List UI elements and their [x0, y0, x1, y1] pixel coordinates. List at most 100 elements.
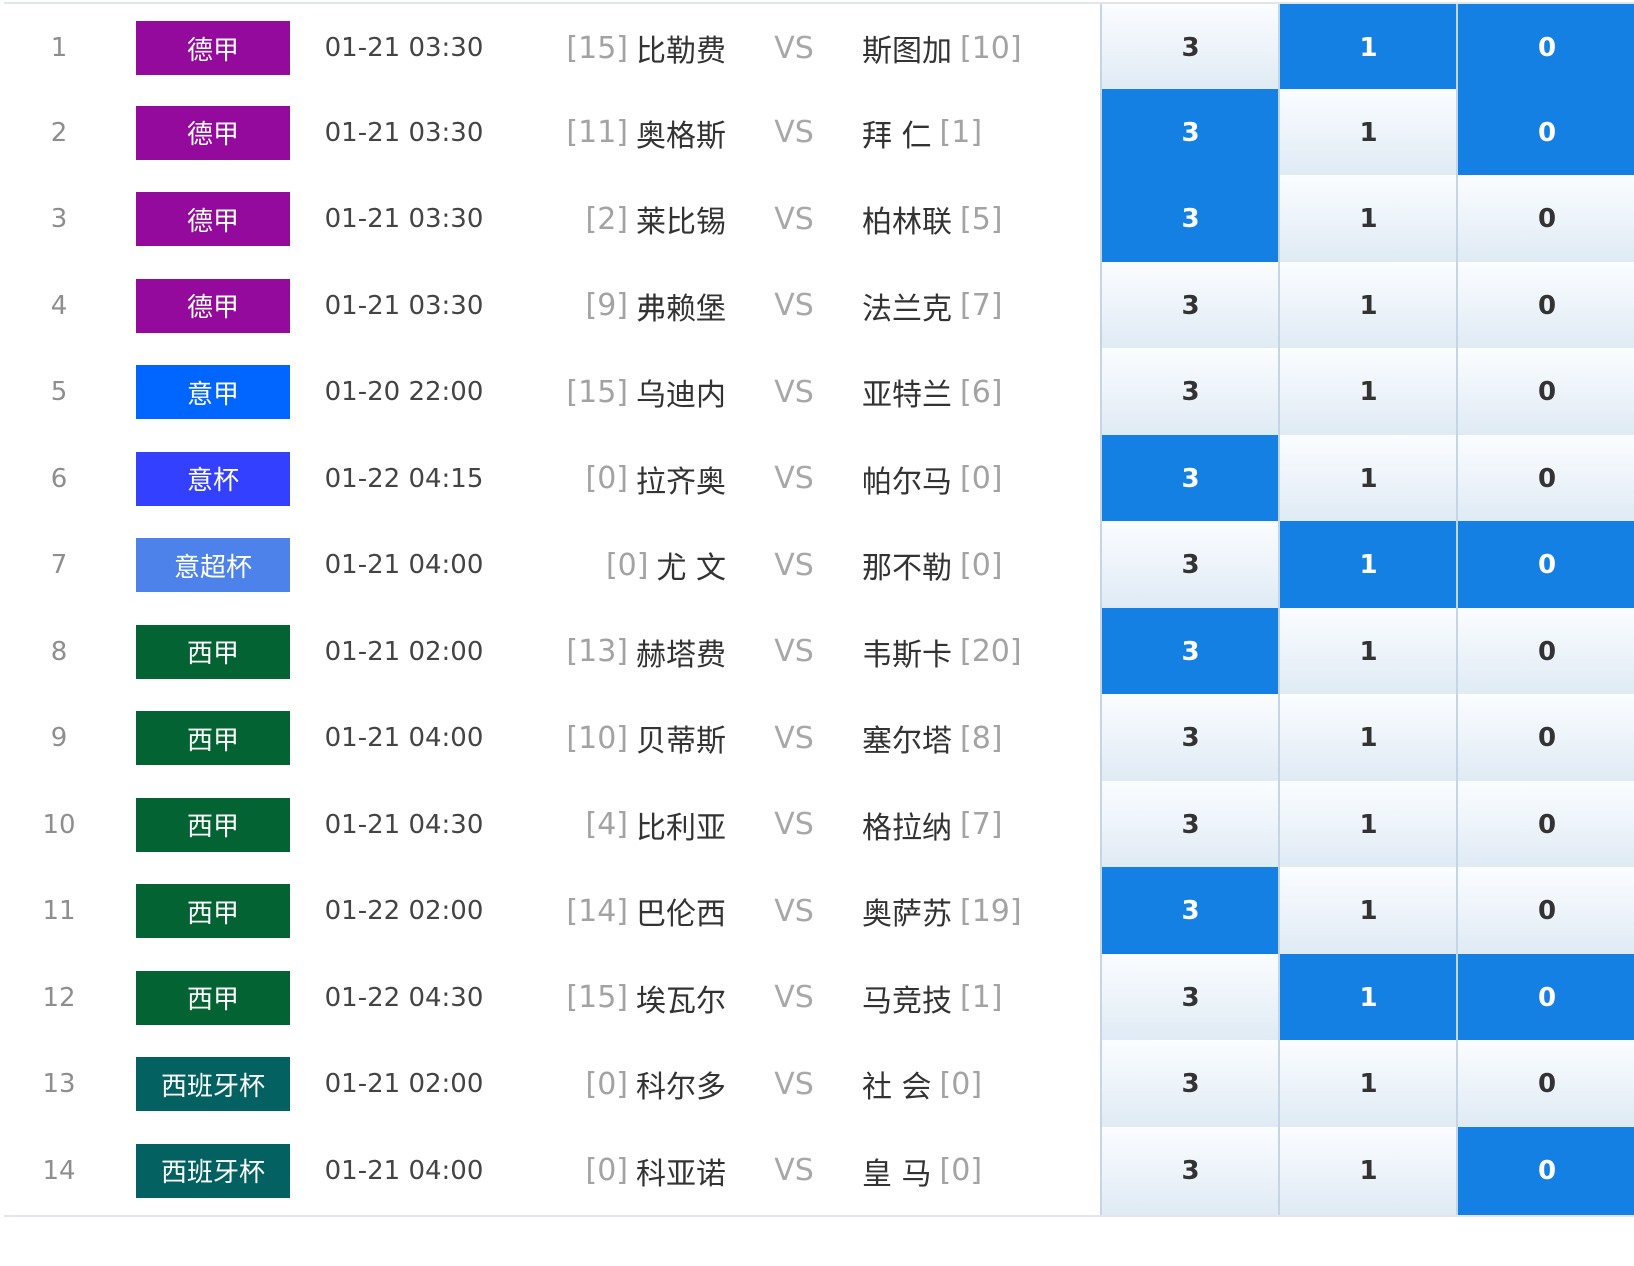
home-team[interactable]: [0] 科亚诺	[504, 1127, 727, 1215]
odds-draw-button[interactable]: 1	[1278, 261, 1457, 350]
match-time: 01-22 04:30	[324, 982, 484, 1013]
league-badge[interactable]: 西甲	[136, 624, 290, 679]
league-badge[interactable]: 西甲	[136, 711, 290, 765]
odds-lose-button[interactable]: 0	[1456, 607, 1634, 696]
away-team[interactable]: 塞尔塔 [8]	[862, 694, 1097, 782]
match-time: 01-21 03:30	[324, 290, 484, 321]
odds-lose-button[interactable]: 0	[1456, 88, 1634, 177]
away-team-name: 法兰克	[862, 291, 952, 327]
away-team[interactable]: 斯图加 [10]	[862, 4, 1097, 92]
away-team[interactable]: 奥萨苏 [19]	[862, 867, 1097, 955]
away-team[interactable]: 皇 马 [0]	[862, 1127, 1097, 1215]
away-rank: [0]	[960, 461, 1003, 496]
league-badge[interactable]: 西甲	[136, 797, 290, 852]
away-team[interactable]: 社 会 [0]	[862, 1040, 1097, 1128]
home-rank: [10]	[566, 720, 628, 756]
odds-win-button[interactable]: 3	[1100, 780, 1279, 869]
odds-win-button[interactable]: 3	[1100, 434, 1279, 523]
league-badge[interactable]: 德甲	[136, 21, 290, 75]
league-badge[interactable]: 西班牙杯	[136, 1143, 290, 1198]
home-team[interactable]: [15] 比勒费	[504, 4, 726, 92]
league-badge[interactable]: 德甲	[136, 278, 290, 333]
league-badge[interactable]: 意甲	[136, 365, 290, 419]
league-badge[interactable]: 西班牙杯	[136, 1057, 290, 1111]
away-team[interactable]: 帕尔马 [0]	[862, 435, 1097, 523]
odds-lose-button[interactable]: 0	[1456, 1126, 1634, 1215]
odds-draw-button[interactable]: 1	[1278, 175, 1457, 263]
odds-win-button[interactable]: 3	[1100, 1126, 1279, 1215]
away-team[interactable]: 拜 仁 [1]	[862, 89, 1097, 177]
league-cell: 西甲	[136, 867, 290, 955]
home-team[interactable]: [0] 尤 文	[504, 521, 726, 609]
odds-lose-button[interactable]: 0	[1456, 434, 1634, 523]
odds-win-button[interactable]: 3	[1100, 261, 1279, 350]
odds-draw-button[interactable]: 1	[1278, 607, 1457, 696]
odds-win-button[interactable]: 3	[1100, 175, 1279, 263]
home-team[interactable]: [2] 莱比锡	[504, 175, 727, 263]
odds-lose-button[interactable]: 0	[1456, 4, 1634, 92]
league-cell: 西甲	[136, 781, 290, 869]
league-badge[interactable]: 西甲	[136, 970, 290, 1025]
odds-lose-button[interactable]: 0	[1456, 348, 1634, 436]
odds-draw-button[interactable]: 1	[1278, 953, 1457, 1042]
odds-draw-button[interactable]: 1	[1278, 867, 1457, 955]
odds-draw-button[interactable]: 1	[1278, 4, 1457, 92]
odds-win-button[interactable]: 3	[1100, 4, 1279, 92]
odds-win-button[interactable]: 3	[1100, 348, 1279, 436]
league-cell: 德甲	[136, 89, 290, 177]
away-team[interactable]: 亚特兰 [6]	[862, 348, 1097, 436]
home-team-name: 埃瓦尔	[636, 983, 726, 1019]
vs-label: VS	[774, 201, 814, 237]
odds-win-button[interactable]: 3	[1100, 953, 1279, 1042]
odds-lose-button[interactable]: 0	[1456, 780, 1634, 869]
away-team[interactable]: 那不勒 [0]	[862, 521, 1097, 609]
odds-win-button[interactable]: 3	[1100, 694, 1279, 782]
odds-win-button[interactable]: 3	[1100, 1040, 1279, 1128]
league-badge[interactable]: 西甲	[136, 884, 290, 938]
odds-lose-button[interactable]: 0	[1456, 175, 1634, 263]
odds-lose-button[interactable]: 0	[1456, 1040, 1634, 1128]
league-badge[interactable]: 德甲	[136, 105, 290, 160]
odds-draw-button[interactable]: 1	[1278, 1040, 1457, 1128]
away-team[interactable]: 韦斯卡 [20]	[862, 608, 1097, 696]
odds-lose-button[interactable]: 0	[1456, 867, 1634, 955]
away-rank: [6]	[960, 374, 1003, 410]
odds-draw-button[interactable]: 1	[1278, 434, 1457, 523]
home-rank: [0]	[585, 1066, 629, 1102]
odds-win-button[interactable]: 3	[1100, 607, 1279, 696]
odds-lose-button[interactable]: 0	[1456, 521, 1634, 609]
home-team[interactable]: [14] 巴伦西	[504, 867, 726, 955]
away-team[interactable]: 马竞技 [1]	[862, 954, 1097, 1042]
away-team[interactable]: 格拉纳 [7]	[862, 781, 1097, 869]
vs-label: VS	[774, 30, 814, 66]
home-team[interactable]: [9] 弗赖堡	[504, 262, 727, 350]
odds-draw-button[interactable]: 1	[1278, 694, 1457, 782]
odds-lose-button[interactable]: 0	[1456, 694, 1634, 782]
home-team[interactable]: [11] 奥格斯	[504, 89, 726, 177]
away-team[interactable]: 法兰克 [7]	[862, 262, 1097, 350]
home-team[interactable]: [10] 贝蒂斯	[504, 694, 726, 782]
odds-win-button[interactable]: 3	[1100, 88, 1279, 177]
odds-draw-button[interactable]: 1	[1278, 348, 1457, 436]
league-badge[interactable]: 意超杯	[136, 538, 290, 592]
odds-lose-button[interactable]: 0	[1456, 953, 1634, 1042]
home-team[interactable]: [15] 乌迪内	[504, 348, 726, 436]
home-team[interactable]: [0] 拉齐奥	[504, 435, 727, 523]
odds-win-button[interactable]: 3	[1100, 867, 1279, 955]
league-badge[interactable]: 德甲	[136, 192, 290, 246]
odds-lose-button[interactable]: 0	[1456, 261, 1634, 350]
match-time: 01-21 04:00	[324, 1155, 484, 1186]
home-team[interactable]: [15] 埃瓦尔	[504, 954, 726, 1042]
odds-draw-button[interactable]: 1	[1278, 521, 1457, 609]
vs-label: VS	[774, 893, 814, 929]
odds-draw-button[interactable]: 1	[1278, 88, 1457, 177]
away-team[interactable]: 柏林联 [5]	[862, 175, 1097, 263]
table-row: 10 西甲 01-21 04:30 [4] 比利亚 VS 格拉纳 [7] 3 1 0	[4, 780, 1634, 871]
league-badge[interactable]: 意杯	[136, 451, 290, 506]
home-team[interactable]: [0] 科尔多	[504, 1040, 727, 1128]
odds-draw-button[interactable]: 1	[1278, 780, 1457, 869]
odds-win-button[interactable]: 3	[1100, 521, 1279, 609]
odds-draw-button[interactable]: 1	[1278, 1126, 1457, 1215]
home-team[interactable]: [13] 赫塔费	[504, 608, 726, 696]
home-team[interactable]: [4] 比利亚	[504, 781, 727, 869]
